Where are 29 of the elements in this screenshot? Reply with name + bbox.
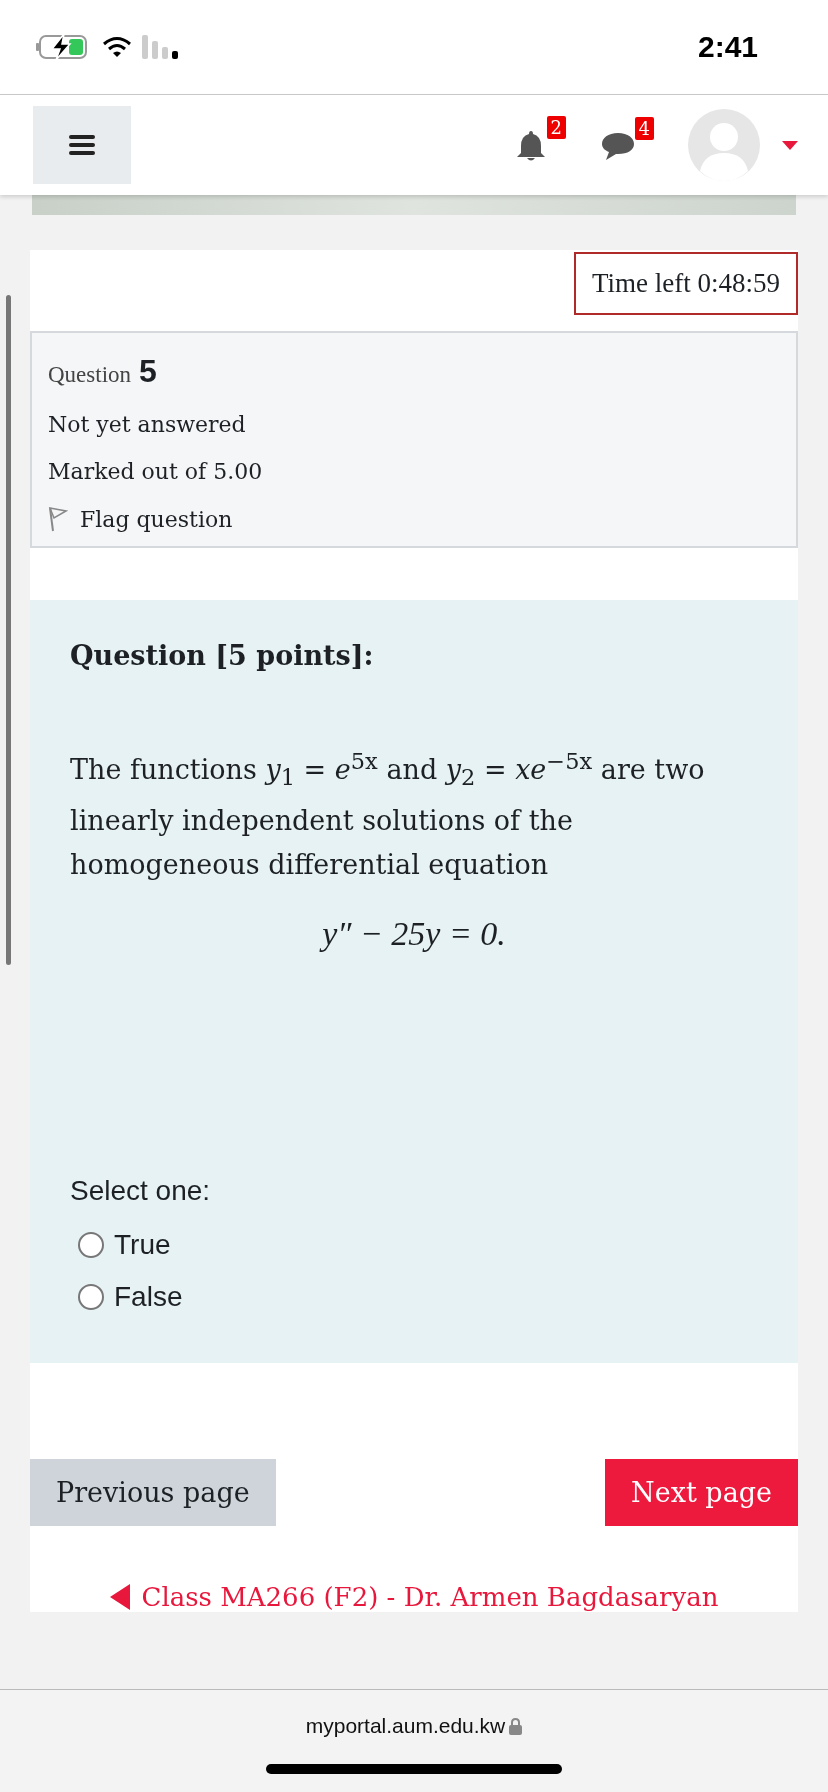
question-title: Question [5 points]: xyxy=(70,640,375,671)
question-text: The functions y$_{1}$ = e$^{5x}$ and y$_{2}$ = xe$^{−5x}$ are two linearly independent solutions of the homogeneous differential equation xyxy=(70,747,706,883)
radio-button[interactable] xyxy=(78,1232,104,1259)
signal-icon xyxy=(142,35,180,59)
marks-text: Marked out of 5.00 xyxy=(48,459,264,484)
previous-page-button[interactable]: Previous page xyxy=(30,1459,276,1527)
caret-icon[interactable] xyxy=(782,140,798,150)
radio-button[interactable] xyxy=(78,1284,104,1311)
question-number: 5 xyxy=(139,353,157,390)
answer-state: Not yet answered xyxy=(48,412,247,437)
next-page-button[interactable]: Next page xyxy=(605,1459,798,1527)
notification-count: 2 xyxy=(546,116,566,139)
flag-icon[interactable] xyxy=(48,506,68,532)
wifi-icon xyxy=(102,36,132,58)
message-count: 4 xyxy=(634,117,654,140)
menu-icon xyxy=(69,133,95,157)
equation: y″ − 25y = 0. xyxy=(70,915,758,1176)
time-left: Time left 0:48:59 xyxy=(574,252,798,315)
clock-time: 2:41 xyxy=(697,30,758,64)
left-triangle-icon xyxy=(109,1584,130,1611)
lock-icon xyxy=(509,1717,523,1735)
course-link[interactable]: Class MA266 (F2) - Dr. Armen Bagdasaryan xyxy=(141,1582,719,1613)
answer-option[interactable]: True xyxy=(78,1229,758,1262)
url-text[interactable]: myportal.aum.edu.kw xyxy=(305,1714,506,1738)
answer-option[interactable]: False xyxy=(78,1281,758,1314)
question-label: Question xyxy=(48,362,132,388)
flag-question-link[interactable]: Flag question xyxy=(80,506,233,532)
select-one-prompt: Select one: xyxy=(70,1175,212,1208)
menu-button[interactable] xyxy=(33,106,131,184)
